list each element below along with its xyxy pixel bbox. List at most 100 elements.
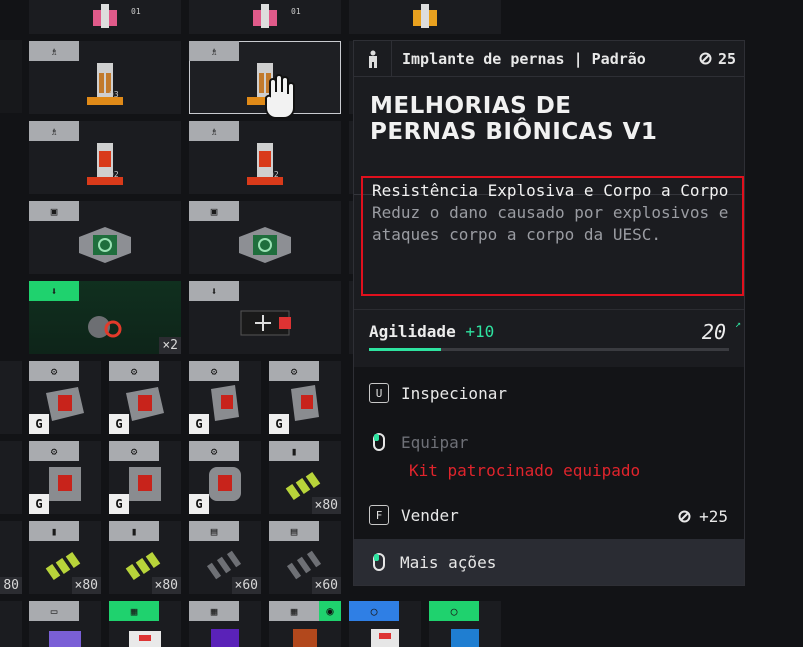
leg-implant-icon: ♗	[29, 121, 79, 141]
inventory-tile[interactable]: ⚙ G	[109, 441, 181, 514]
chip-icon: ⚙	[189, 361, 239, 381]
stat-bar	[369, 348, 729, 351]
stat-label-group: Agilidade +10	[369, 322, 494, 341]
quantity-badge: 80	[0, 577, 22, 594]
inventory-tile[interactable]	[0, 40, 22, 113]
chip-icon: ⚙	[29, 441, 79, 461]
leg-implant-icon: ♗	[189, 121, 239, 141]
inventory-tile[interactable]: ▤ ×60	[189, 521, 261, 594]
inventory-tile[interactable]: ◯	[429, 601, 501, 647]
ammo-icon: ▮	[269, 441, 319, 461]
action-list: U Inspecionar Equipar Kit patrocinado eq…	[354, 367, 744, 539]
more-actions-label: Mais ações	[400, 552, 497, 572]
mouse-icon	[373, 433, 385, 451]
effect-description: Reduz o dano causado por explosivos e at…	[372, 203, 729, 244]
item-art	[371, 629, 399, 647]
chip-icon: ⚙	[109, 361, 159, 381]
consumable-icon: ◯	[429, 601, 479, 621]
inventory-tile[interactable]	[0, 601, 22, 647]
component-icon: ▦	[109, 601, 159, 621]
component-icon: ▦	[269, 601, 319, 621]
stat-bonus: +10	[465, 322, 495, 341]
inventory-tile[interactable]	[0, 361, 22, 434]
inventory-tile[interactable]: ▤ ×60	[269, 521, 341, 594]
ammo-icon: ▮	[29, 521, 79, 541]
inspect-action[interactable]: U Inspecionar	[369, 383, 507, 403]
inventory-tile[interactable]: ⚙ G	[189, 361, 261, 434]
inventory-tile[interactable]: ◯	[349, 601, 421, 647]
inventory-tile[interactable]: ⬇ ×2	[29, 281, 181, 354]
item-title-line2: PERNAS BIÔNICAS V1	[370, 119, 658, 145]
inventory-tile[interactable]: ♗ 02	[189, 121, 341, 194]
inventory-tile[interactable]	[0, 441, 22, 514]
leg-implant-icon: ♗	[29, 41, 79, 61]
card-icon: ▭	[29, 601, 79, 621]
inventory-tile[interactable]: ▣	[189, 201, 341, 274]
inventory-tile[interactable]	[349, 0, 501, 34]
inventory-tile[interactable]: 01	[29, 0, 181, 34]
mod-icon: ▣	[189, 201, 239, 221]
inventory-tile[interactable]: ⚙ G	[29, 441, 101, 514]
quantity-badge: ×80	[151, 577, 181, 594]
mod-art	[239, 227, 291, 263]
chip-art	[49, 467, 81, 501]
sealed-icon: G	[109, 494, 129, 514]
inventory-tile[interactable]: ▦	[109, 601, 181, 647]
inventory-tile[interactable]: ⚙ G	[269, 361, 341, 434]
inventory-tile[interactable]: ⚙ G	[29, 361, 101, 434]
more-actions-button[interactable]: Mais ações	[354, 539, 744, 585]
consumable-icon: ◯	[349, 601, 399, 621]
inventory-tile[interactable]: ⚙ G	[189, 441, 261, 514]
inventory-tile[interactable]: ⚙ G	[109, 361, 181, 434]
chip-icon: ⚙	[109, 441, 159, 461]
currency-icon	[699, 52, 712, 65]
tile-label: 02	[269, 170, 279, 179]
effect-box: Resistência Explosiva e Corpo a Corpo Re…	[361, 176, 744, 296]
sealed-icon: G	[189, 494, 209, 514]
inventory-tile[interactable]: ▦ ◉	[269, 601, 341, 647]
equip-warning: Kit patrocinado equipado	[409, 461, 641, 480]
effect-title: Resistência Explosiva e Corpo a Corpo	[372, 181, 729, 200]
quantity-badge: ×60	[311, 577, 341, 594]
grenade-art	[88, 316, 122, 338]
download-icon: ⬇	[189, 281, 239, 301]
tooltip-header: Implante de pernas | Padrão 25	[354, 40, 744, 77]
key-hint: F	[369, 505, 389, 525]
eye-icon: ◉	[319, 601, 341, 621]
inventory-tile[interactable]: ▮ ×80	[29, 521, 101, 594]
inventory-tile[interactable]: ♗ 03	[29, 41, 181, 114]
inventory-tile[interactable]: ▮ ×80	[109, 521, 181, 594]
tile-label: 01	[291, 7, 301, 16]
item-art	[451, 629, 479, 647]
leg-implant-icon	[354, 40, 392, 77]
download-icon: ⬇	[29, 281, 79, 301]
hand-cursor-icon	[265, 74, 295, 119]
item-type: Implante de pernas | Padrão	[402, 49, 646, 68]
equip-action[interactable]: Equipar	[369, 431, 468, 453]
inventory-tile[interactable]: ▮ ×80	[269, 441, 341, 514]
chip-art	[129, 467, 161, 501]
chip-icon: ⚙	[269, 361, 319, 381]
ammo-icon: ▤	[269, 521, 319, 541]
inventory-tile[interactable]: ⬇	[189, 281, 341, 354]
inventory-tile[interactable]: ▭	[29, 601, 101, 647]
sell-action[interactable]: F Vender	[369, 505, 459, 525]
item-art	[293, 629, 317, 647]
stat-bar-fill	[369, 348, 441, 351]
ammo-icon: ▮	[109, 521, 159, 541]
leg-implant-icon: ♗	[189, 41, 239, 61]
cost-value: 25	[717, 49, 736, 68]
inventory-tile[interactable]: ▦	[189, 601, 261, 647]
chip-icon: ⚙	[29, 361, 79, 381]
inventory-tile[interactable]: 01	[189, 0, 341, 34]
mod-icon: ▣	[29, 201, 79, 221]
item-title-line1: MELHORIAS DE	[370, 93, 572, 119]
chip-art	[291, 385, 319, 421]
quantity-badge: ×2	[159, 337, 181, 354]
quantity-badge: ×60	[231, 577, 261, 594]
inventory-tile[interactable]: ▣	[29, 201, 181, 274]
stat-value: 20	[701, 320, 726, 344]
inventory-tile[interactable]: ♗ 02	[29, 121, 181, 194]
key-hint: U	[369, 383, 389, 403]
inventory-tile[interactable]: 80	[0, 521, 22, 594]
